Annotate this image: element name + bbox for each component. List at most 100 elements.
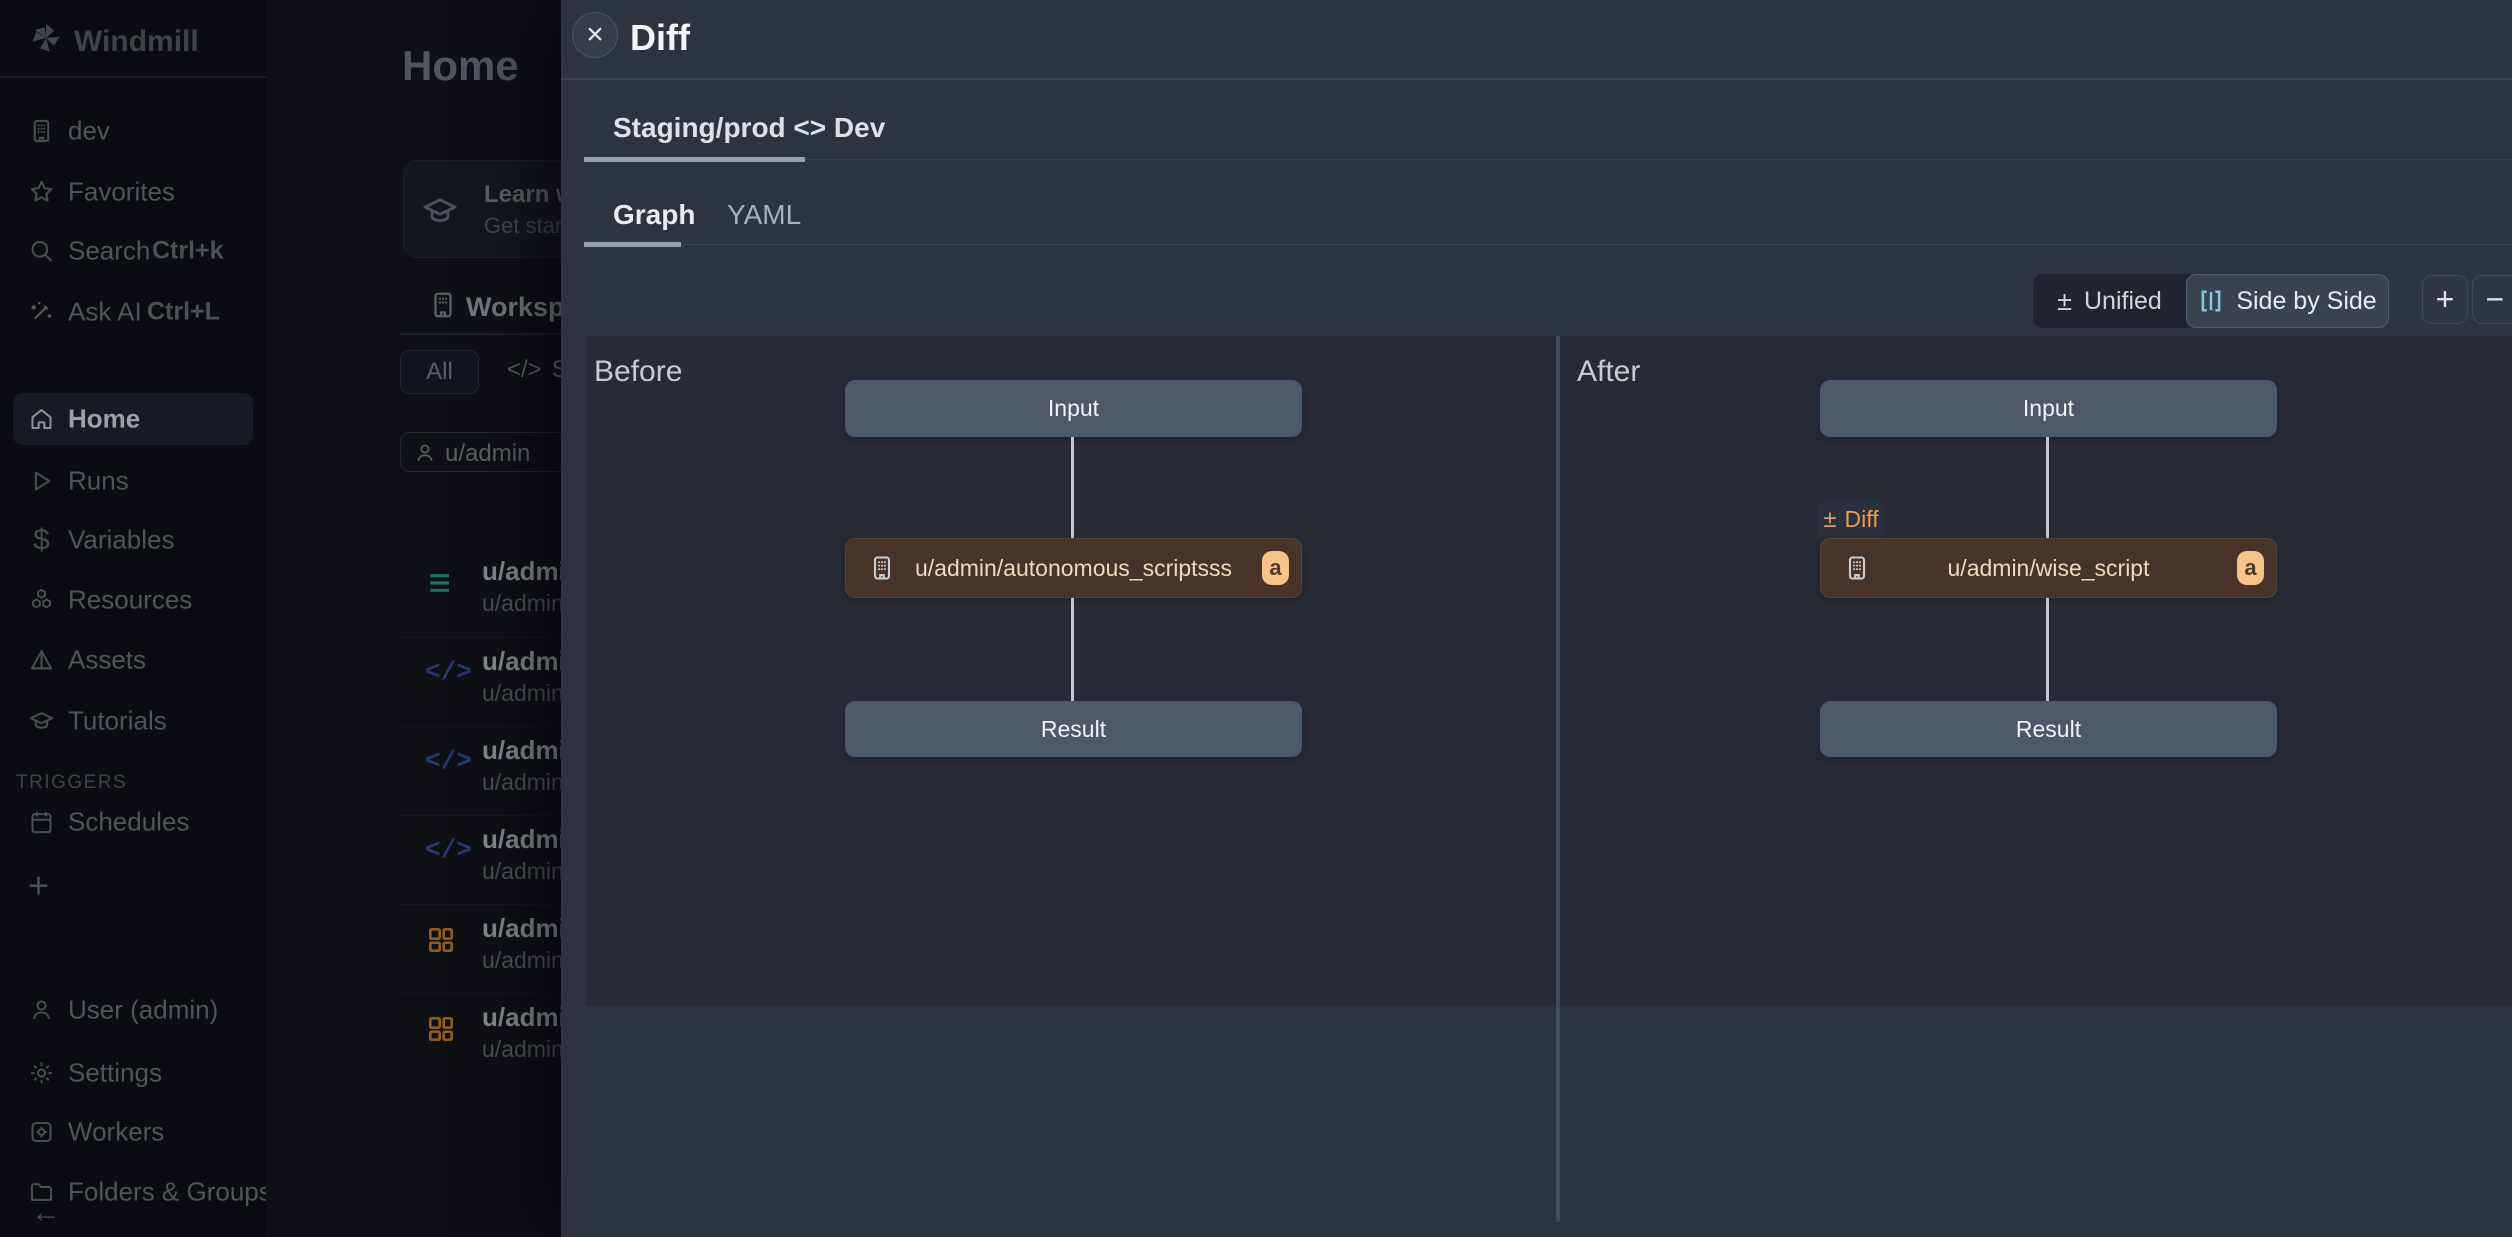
page-title: Home	[402, 42, 519, 90]
sidebar-workspace-selector[interactable]: dev	[0, 109, 266, 153]
edge	[2046, 437, 2049, 538]
search-shortcut: Ctrl+k	[152, 237, 224, 266]
sidebar-header: Windmill	[0, 0, 266, 78]
after-result-node[interactable]: Result	[1820, 701, 2277, 757]
app-title: Windmill	[74, 25, 199, 59]
diff-drawer: × Diff Staging/prod <> Dev Graph YAML ± …	[561, 0, 2512, 1237]
filter-all-button[interactable]: All	[400, 350, 479, 394]
workers-icon	[28, 1119, 55, 1146]
before-panel-label: Before	[594, 355, 682, 389]
minus-icon: −	[2486, 281, 2505, 318]
sidebar-item-variables[interactable]: $ Variables	[0, 518, 266, 562]
graduation-cap-icon	[421, 192, 459, 230]
windmill-logo-icon	[28, 20, 64, 56]
owner-chip-label: u/admin	[445, 440, 530, 468]
sidebar-collapse-button[interactable]: ←	[31, 1196, 61, 1230]
sidebar-item-runs[interactable]: Runs	[0, 459, 266, 503]
close-icon: ×	[586, 18, 604, 52]
sidebar-item-label: User (admin)	[68, 995, 218, 1026]
sidebar-item-home[interactable]: Home	[13, 393, 253, 445]
workspace-label: dev	[68, 116, 110, 147]
code-icon: </>	[507, 356, 542, 383]
sidebar-item-settings[interactable]: Settings	[0, 1051, 266, 1095]
star-icon	[28, 179, 55, 206]
sidebar-item-label: Settings	[68, 1058, 162, 1089]
active-tab-underline	[584, 242, 681, 247]
sidebar-item-workers[interactable]: Workers	[0, 1110, 266, 1154]
user-icon	[413, 441, 437, 465]
graduation-cap-icon	[28, 708, 55, 735]
gear-icon	[28, 1060, 55, 1087]
plus-minus-icon: ±	[2057, 286, 2072, 317]
code-icon: </>	[425, 835, 457, 867]
script-path: u/admin/wise_script	[1948, 555, 2150, 582]
sidebar-item-resources[interactable]: Resources	[0, 578, 266, 622]
sidebar-item-schedules[interactable]: Schedules	[0, 800, 266, 844]
app-grid-icon	[425, 1013, 457, 1045]
after-panel-label: After	[1577, 355, 1640, 389]
code-icon: </>	[425, 746, 457, 778]
script-path: u/admin/autonomous_scriptsss	[915, 555, 1232, 582]
sidebar-item-favorites[interactable]: Favorites	[0, 170, 266, 214]
play-icon	[28, 468, 55, 495]
panel-divider	[1556, 336, 1560, 1222]
home-icon	[28, 406, 55, 433]
calendar-icon	[28, 809, 55, 836]
after-input-node[interactable]: Input	[1820, 380, 2277, 437]
zoom-out-button[interactable]: −	[2472, 275, 2512, 324]
edge	[2046, 598, 2049, 701]
app-grid-icon	[425, 924, 457, 956]
magic-wand-icon	[28, 299, 55, 326]
sidebar-item-label: Runs	[68, 466, 129, 497]
sidebar-add-button[interactable]: +	[0, 856, 266, 900]
code-icon: </>	[425, 657, 457, 689]
before-script-node[interactable]: u/admin/autonomous_scriptsss a	[845, 538, 1302, 598]
zoom-in-button[interactable]: +	[2422, 275, 2468, 324]
before-input-node[interactable]: Input	[845, 380, 1302, 437]
sidebar: Windmill dev Favorites Search Ctrl+k	[0, 0, 266, 1237]
sidebar-item-assets[interactable]: Assets	[0, 638, 266, 682]
prism-icon	[28, 647, 55, 674]
before-result-node[interactable]: Result	[845, 701, 1302, 757]
triggers-section-label: TRIGGERS	[16, 772, 127, 794]
owner-filter-chip[interactable]: u/admin	[400, 432, 580, 472]
unified-view-button[interactable]: ± Unified	[2033, 274, 2186, 328]
after-script-node[interactable]: u/admin/wise_script a	[1820, 538, 2277, 598]
divider	[561, 78, 2512, 80]
diff-view-toggle: ± Unified Side by Side	[2033, 274, 2389, 328]
sidebar-item-label: Assets	[68, 645, 146, 676]
edge	[1071, 437, 1074, 538]
building-icon	[868, 552, 896, 584]
side-by-side-view-button[interactable]: Side by Side	[2186, 274, 2389, 328]
sidebar-item-label: Ask AI	[68, 297, 142, 328]
plus-icon: +	[28, 865, 55, 892]
plus-icon: +	[2436, 281, 2455, 318]
active-tab-underline	[584, 157, 805, 162]
sidebar-item-label: Favorites	[68, 177, 175, 208]
sidebar-item-label: Workers	[68, 1117, 164, 1148]
sidebar-item-label: Resources	[68, 585, 192, 616]
close-button[interactable]: ×	[572, 12, 618, 58]
sidebar-item-ask-ai[interactable]: Ask AI Ctrl+L	[0, 290, 266, 334]
flow-icon	[425, 567, 457, 599]
language-badge: a	[2237, 551, 2264, 585]
back-arrow-icon: ←	[31, 1196, 61, 1229]
sidebar-item-label: Home	[68, 404, 140, 435]
tab-yaml[interactable]: YAML	[727, 199, 801, 231]
user-icon	[28, 997, 55, 1024]
sidebar-item-label: Variables	[68, 525, 174, 556]
language-badge: a	[1262, 551, 1289, 585]
building-icon	[1843, 552, 1871, 584]
sidebar-item-label: Tutorials	[68, 706, 167, 737]
search-icon	[28, 238, 55, 265]
diff-badge[interactable]: ± Diff	[1818, 501, 1884, 538]
sidebar-item-label: Schedules	[68, 807, 189, 838]
dollar-icon: $	[28, 527, 55, 554]
tab-graph[interactable]: Graph	[613, 199, 695, 231]
sidebar-item-label: Search	[68, 236, 150, 267]
sidebar-item-tutorials[interactable]: Tutorials	[0, 699, 266, 743]
sidebar-item-user[interactable]: User (admin)	[0, 988, 266, 1032]
tab-bar-border	[584, 159, 2512, 160]
sidebar-item-label: Folders & Groups	[68, 1177, 272, 1208]
sidebar-item-search[interactable]: Search Ctrl+k	[0, 229, 266, 273]
